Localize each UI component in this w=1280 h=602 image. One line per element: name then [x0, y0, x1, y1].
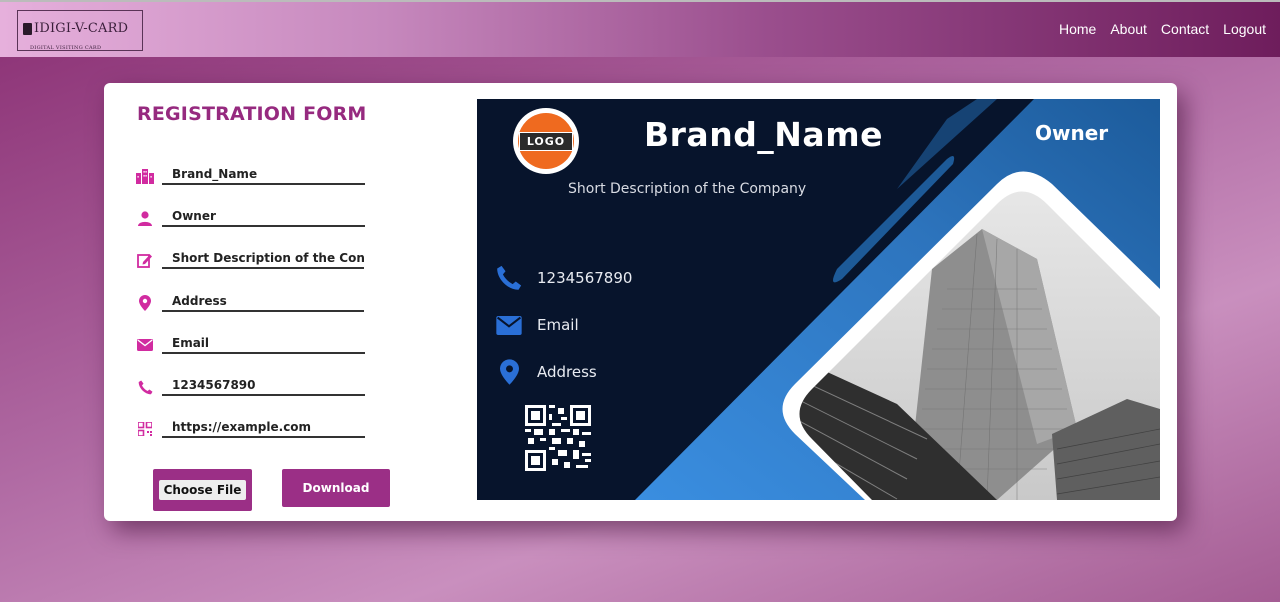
- card-address: Address: [537, 363, 597, 381]
- logo-subtitle: DIGITAL VISITING CARD: [30, 45, 102, 51]
- download-button[interactable]: Download: [282, 469, 390, 507]
- phone-input[interactable]: 1234567890: [162, 376, 365, 396]
- address-input[interactable]: Address: [162, 292, 364, 312]
- card-owner: Owner: [1035, 121, 1109, 145]
- top-navbar: IDIGI-V-CARD DIGITAL VISITING CARD Home …: [0, 0, 1280, 57]
- card-logo-text: LOGO: [518, 131, 574, 151]
- owner-input[interactable]: Owner: [162, 207, 365, 227]
- location-icon: [495, 358, 523, 386]
- building-icon: [136, 167, 154, 185]
- phone-icon: [495, 264, 523, 292]
- main-panel: REGISTRATION FORM Brand_Name Owner Short…: [104, 83, 1177, 521]
- card-phone-row: 1234567890: [495, 264, 632, 292]
- location-icon: [136, 294, 154, 312]
- nav-contact[interactable]: Contact: [1161, 21, 1209, 37]
- url-field-row: https://example.com: [136, 418, 365, 438]
- url-input[interactable]: https://example.com: [162, 418, 365, 438]
- choose-file-button[interactable]: Choose File: [153, 469, 252, 511]
- card-icon: [23, 22, 32, 35]
- nav-home[interactable]: Home: [1059, 21, 1096, 37]
- envelope-icon: [495, 311, 523, 339]
- nav-about[interactable]: About: [1110, 21, 1147, 37]
- card-phone: 1234567890: [537, 269, 633, 287]
- main-nav: Home About Contact Logout: [1059, 21, 1266, 37]
- card-email-row: Email: [495, 311, 579, 339]
- description-input[interactable]: Short Description of the Con: [162, 249, 364, 269]
- form-title: REGISTRATION FORM: [137, 103, 367, 125]
- brand-field-row: Brand_Name: [136, 165, 365, 185]
- card-email: Email: [537, 316, 579, 334]
- email-field-row: Email: [136, 334, 365, 354]
- card-address-row: Address: [495, 358, 597, 386]
- edit-icon: [136, 251, 154, 269]
- qrcode-icon: [136, 420, 154, 438]
- phone-icon: [136, 378, 154, 396]
- owner-field-row: Owner: [136, 207, 365, 227]
- site-logo[interactable]: IDIGI-V-CARD DIGITAL VISITING CARD: [17, 10, 143, 51]
- card-logo: LOGO: [513, 108, 579, 174]
- nav-logout[interactable]: Logout: [1223, 21, 1266, 37]
- card-preview: LOGO Brand_Name Owner Short Description …: [477, 99, 1160, 500]
- user-icon: [136, 209, 154, 227]
- card-description: Short Description of the Company: [568, 181, 807, 197]
- email-input[interactable]: Email: [162, 334, 365, 354]
- envelope-icon: [136, 336, 154, 354]
- logo-text: IDIGI-V-CARD: [34, 21, 129, 36]
- address-field-row: Address: [136, 292, 364, 312]
- card-brand-name: Brand_Name: [644, 115, 883, 154]
- qr-code: [525, 405, 591, 471]
- brand-name-input[interactable]: Brand_Name: [162, 165, 365, 185]
- choose-file-label: Choose File: [158, 480, 247, 500]
- phone-field-row: 1234567890: [136, 376, 365, 396]
- description-field-row: Short Description of the Con: [136, 249, 364, 269]
